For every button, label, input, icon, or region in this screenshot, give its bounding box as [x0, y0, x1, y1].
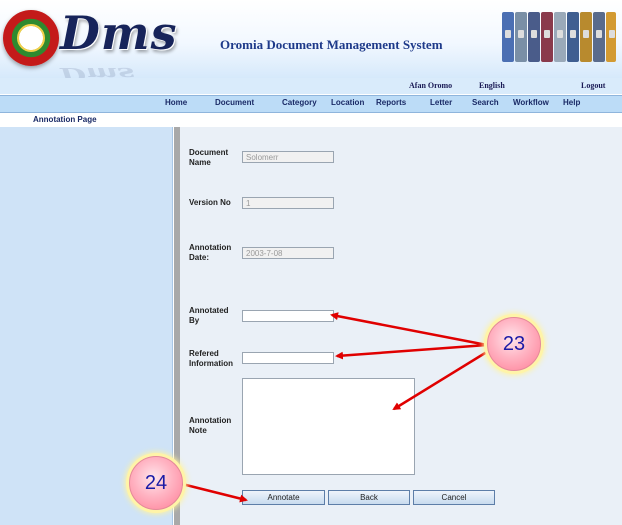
annotation-note-textarea[interactable]	[242, 378, 415, 475]
annotation-date-field: 2003-7-08	[242, 247, 334, 259]
seal-icon	[3, 10, 59, 66]
site-title: Oromia Document Management System	[220, 37, 443, 52]
version-label: Version No	[189, 198, 231, 207]
menu-document[interactable]: Document	[215, 98, 254, 107]
document-name-field: Solomerr	[242, 151, 334, 163]
annotated-by-label: Annotated By	[189, 306, 229, 325]
logout-link[interactable]: Logout	[581, 81, 605, 90]
menu-home[interactable]: Home	[165, 98, 187, 107]
back-button[interactable]: Back	[328, 490, 410, 505]
cancel-button[interactable]: Cancel	[413, 490, 495, 505]
version-field: 1	[242, 197, 334, 209]
annotate-button[interactable]: Annotate	[242, 490, 325, 505]
refered-info-input[interactable]	[242, 352, 334, 364]
menu-category[interactable]: Category	[282, 98, 317, 107]
menu-location[interactable]: Location	[331, 98, 364, 107]
annotated-by-input[interactable]	[242, 310, 334, 322]
annotation-note-label: Annotation Note	[189, 416, 232, 435]
binders-icon	[500, 6, 618, 66]
afan-oromo-link[interactable]: Afan Oromo	[409, 81, 452, 90]
logo-text: Dms	[60, 6, 178, 60]
header: Dms Dms Oromia Document Management Syste…	[0, 0, 622, 84]
english-link[interactable]: English	[479, 81, 505, 90]
menu-help[interactable]: Help	[563, 98, 580, 107]
document-name-label: Document Name	[189, 148, 229, 167]
menu-letter[interactable]: Letter	[430, 98, 452, 107]
refered-info-label: Refered Information	[189, 349, 233, 368]
menu-search[interactable]: Search	[472, 98, 499, 107]
annotation-date-label: Annotation Date:	[189, 243, 232, 262]
menu-reports[interactable]: Reports	[376, 98, 406, 107]
language-bar	[0, 78, 622, 94]
callout-24: 24	[129, 456, 183, 510]
breadcrumb: Annotation Page	[33, 115, 97, 124]
callout-23: 23	[487, 317, 541, 371]
menu-workflow[interactable]: Workflow	[513, 98, 549, 107]
